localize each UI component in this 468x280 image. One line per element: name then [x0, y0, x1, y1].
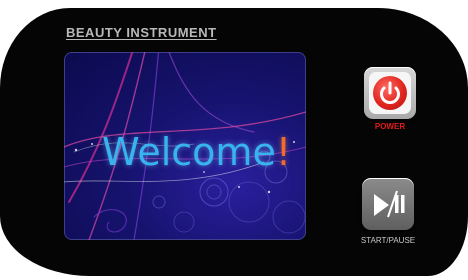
power-button-face [369, 72, 411, 114]
start-pause-button[interactable] [362, 178, 414, 230]
brand-label: BEAUTY INSTRUMENT [66, 25, 217, 40]
power-label: POWER [374, 122, 406, 131]
welcome-text: Welcome [102, 130, 276, 174]
play-pause-icon [374, 190, 405, 218]
start-pause-label: START/PAUSE [360, 236, 416, 245]
display-screen: Welcome! [64, 52, 306, 240]
welcome-message: Welcome! [102, 132, 291, 172]
welcome-exclamation: ! [275, 130, 292, 174]
power-button[interactable] [364, 67, 416, 119]
power-icon [380, 81, 400, 104]
